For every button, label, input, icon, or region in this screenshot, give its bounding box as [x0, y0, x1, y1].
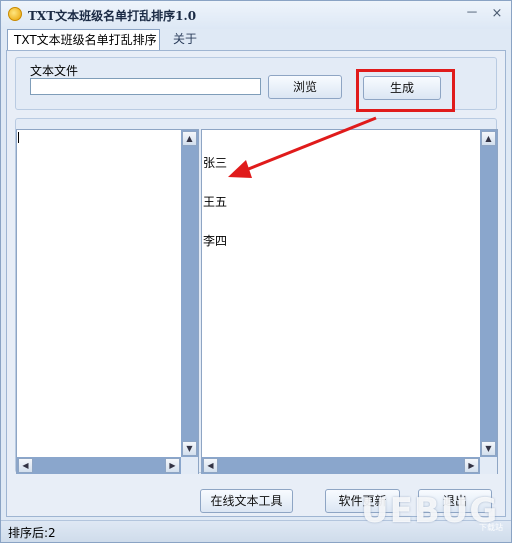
file-path-input[interactable] [30, 78, 261, 95]
scroll-right-icon[interactable]: ▶ [464, 458, 479, 473]
generate-button[interactable]: 生成 [363, 76, 441, 100]
scroll-right-icon[interactable]: ▶ [165, 458, 180, 473]
watermark-logo: UEBUG [361, 491, 499, 531]
result-line: 王五 [203, 195, 228, 209]
source-vscrollbar[interactable]: ▲ ▼ [181, 130, 198, 457]
source-hscrollbar[interactable]: ◀ ▶ [17, 457, 181, 474]
scroll-down-icon[interactable]: ▼ [481, 441, 496, 456]
scroll-corner [181, 457, 198, 474]
scroll-left-icon[interactable]: ◀ [18, 458, 33, 473]
app-window: TXT文本班级名单打乱排序1.0 － × TXT文本班级名单打乱排序 关于 文本… [0, 0, 512, 543]
scroll-down-icon[interactable]: ▼ [182, 441, 197, 456]
watermark-sub: 下载站 [479, 523, 503, 532]
tab-shuffle[interactable]: TXT文本班级名单打乱排序 [7, 29, 160, 51]
tab-about[interactable]: 关于 [167, 29, 203, 51]
scroll-up-icon[interactable]: ▲ [182, 131, 197, 146]
result-hscrollbar[interactable]: ◀ ▶ [202, 457, 480, 474]
scroll-corner [480, 457, 497, 474]
work-area: ▲ ▼ ◀ ▶ 张三 王五 李四 ▲ ▼ ◀ ▶ [15, 118, 498, 474]
main-panel: 文本文件 浏览 生成 ▲ ▼ ◀ ▶ 张三 王五 李四 ▲ ▼ ◀ ▶ 在线文本… [6, 50, 506, 517]
online-tools-button[interactable]: 在线文本工具 [200, 489, 293, 513]
result-text: 张三 王五 李四 [203, 131, 241, 274]
title-bar[interactable]: TXT文本班级名单打乱排序1.0 － × [1, 1, 511, 29]
scroll-left-icon[interactable]: ◀ [203, 458, 218, 473]
result-textbox[interactable]: 张三 王五 李四 ▲ ▼ ◀ ▶ [201, 129, 498, 474]
text-caret [18, 132, 19, 143]
file-group: 文本文件 浏览 生成 [15, 57, 497, 112]
result-line: 李四 [203, 234, 228, 248]
status-text: 排序后:2 [8, 526, 56, 540]
close-button[interactable]: × [487, 5, 507, 23]
scroll-up-icon[interactable]: ▲ [481, 131, 496, 146]
minimize-button[interactable]: － [462, 5, 482, 23]
source-textbox[interactable]: ▲ ▼ ◀ ▶ [16, 129, 199, 474]
file-label: 文本文件 [30, 64, 79, 78]
result-line: 张三 [203, 156, 228, 170]
app-icon [8, 7, 22, 21]
window-title: TXT文本班级名单打乱排序1.0 [28, 9, 197, 23]
browse-button[interactable]: 浏览 [268, 75, 342, 99]
result-vscrollbar[interactable]: ▲ ▼ [480, 130, 497, 457]
